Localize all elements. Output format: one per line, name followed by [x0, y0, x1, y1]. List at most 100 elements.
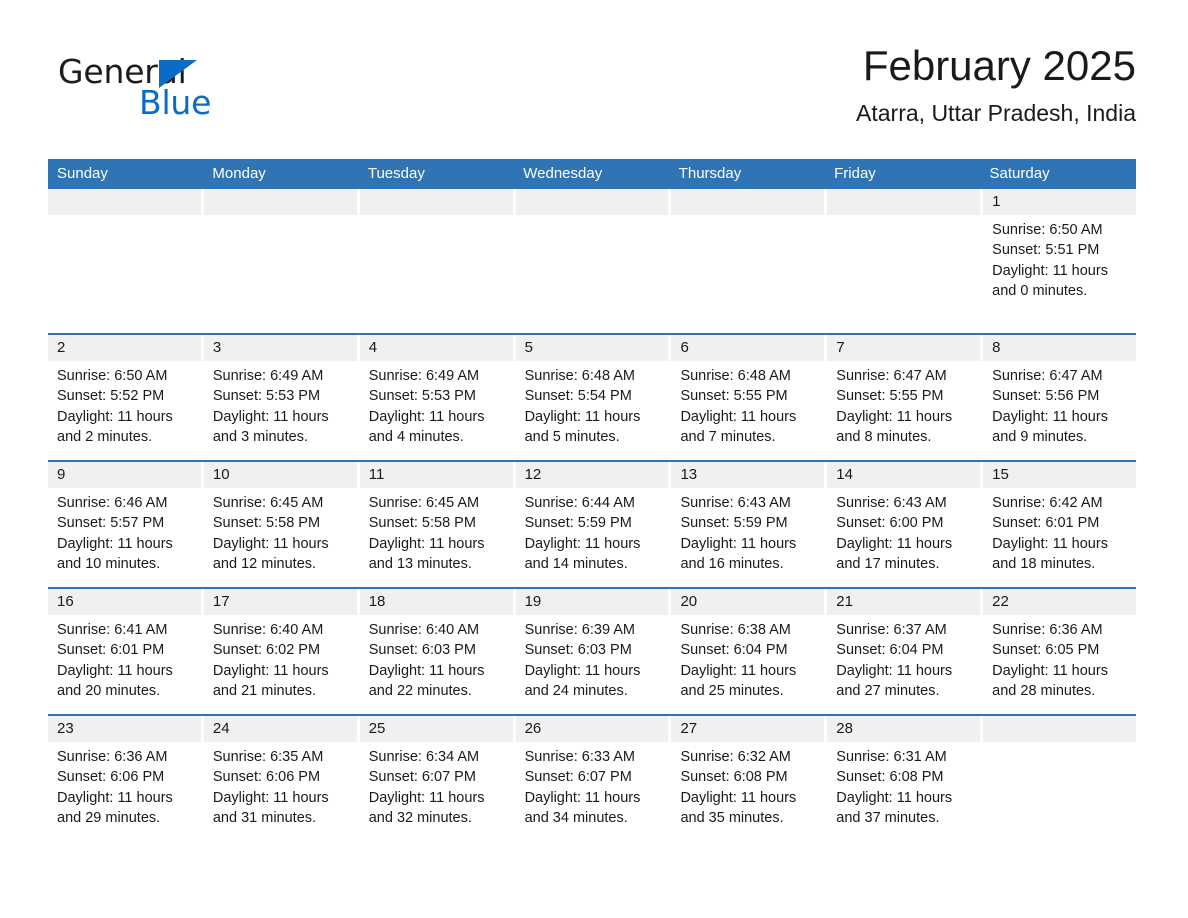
calendar-day-cell[interactable]: 10 Sunrise: 6:45 AM Sunset: 5:58 PM Dayligh…: [203, 462, 360, 578]
day-number: 21: [836, 593, 853, 610]
calendar-day-cell[interactable]: 18 Sunrise: 6:40 AM Sunset: 6:03 PM Dayligh…: [359, 589, 516, 705]
day-detail-line: Daylight: 11 hours: [212, 535, 329, 552]
day-detail-line: Sunrise: 6:46 AM: [57, 495, 168, 511]
day-detail-line: and 25 minutes.: [680, 682, 784, 699]
calendar-day-cell[interactable]: 17 Sunrise: 6:40 AM Sunset: 6:02 PM Dayligh…: [203, 589, 360, 705]
weekday-header-row: Sunday Monday Tuesday Wednesday Thursday Frid…: [48, 159, 1136, 189]
day-number: 20: [680, 593, 698, 610]
day-number: 10: [212, 466, 230, 483]
day-detail-line: Sunset: 6:04 PM: [680, 642, 788, 659]
day-detail-line: and 8 minutes.: [836, 428, 932, 445]
general-blue-logo[interactable]: General Blue: [58, 52, 318, 132]
day-number-bar: [359, 189, 513, 215]
day-detail-line: Sunrise: 6:38 AM: [680, 622, 791, 638]
day-number: 9: [57, 466, 66, 483]
day-detail-line: Sunset: 5:59 PM: [680, 515, 788, 532]
day-detail-line: and 9 minutes.: [992, 428, 1088, 445]
day-number: 26: [524, 720, 542, 737]
day-detail-line: Sunrise: 6:44 AM: [524, 495, 635, 511]
day-detail-line: Daylight: 11 hours: [368, 789, 485, 806]
day-number-bar: 20: [671, 589, 825, 615]
day-details: Sunrise: 6:50 AM Sunset: 5:51 PM Daylight:…: [983, 215, 1136, 324]
weekday-header-thursday: Thursday: [678, 165, 742, 182]
day-details: Sunrise: 6:46 AM Sunset: 5:57 PM Daylight:…: [48, 488, 201, 578]
day-detail-line: Sunset: 6:02 PM: [212, 642, 321, 659]
day-detail-line: Sunset: 6:06 PM: [212, 769, 321, 786]
day-detail-line: and 28 minutes.: [992, 682, 1096, 699]
calendar-day-cell[interactable]: 3 Sunrise: 6:49 AM Sunset: 5:53 PM Daylight…: [203, 335, 360, 451]
calendar-day-cell[interactable]: 19 Sunrise: 6:39 AM Sunset: 6:03 PM Dayligh…: [515, 589, 672, 705]
day-number: 14: [836, 466, 853, 483]
calendar-day-cell[interactable]: 22 Sunrise: 6:36 AM Sunset: 6:05 PM Dayligh…: [983, 589, 1137, 705]
calendar-day-cell[interactable]: 14 Sunrise: 6:43 AM Sunset: 6:00 PM Dayligh…: [827, 462, 984, 578]
day-detail-line: and 29 minutes.: [57, 809, 161, 826]
calendar-day-cell[interactable]: 27 Sunrise: 6:32 AM Sunset: 6:08 PM Dayligh…: [671, 716, 828, 832]
day-detail-line: Sunrise: 6:43 AM: [836, 495, 947, 511]
calendar-day-cell[interactable]: 2 Sunrise: 6:50 AM Sunset: 5:52 PM Daylight…: [48, 335, 204, 451]
calendar-day-cell[interactable]: 28 Sunrise: 6:31 AM Sunset: 6:08 PM Dayligh…: [827, 716, 984, 832]
day-detail-line: Daylight: 11 hours: [524, 789, 641, 806]
day-detail-line: Sunset: 6:08 PM: [836, 769, 944, 786]
day-detail-line: and 10 minutes.: [57, 555, 161, 572]
day-detail-line: Daylight: 11 hours: [368, 408, 485, 425]
calendar-week-row: 2 Sunrise: 6:50 AM Sunset: 5:52 PM Daylight…: [48, 333, 1137, 451]
calendar-day-cell[interactable]: 13 Sunrise: 6:43 AM Sunset: 5:59 PM Dayligh…: [671, 462, 828, 578]
day-detail-line: and 35 minutes.: [680, 809, 784, 826]
day-detail-line: and 0 minutes.: [992, 282, 1088, 299]
day-detail-line: Sunrise: 6:42 AM: [992, 495, 1103, 511]
day-number-bar: 5: [515, 335, 669, 361]
calendar-day-cell[interactable]: 12 Sunrise: 6:44 AM Sunset: 5:59 PM Dayligh…: [515, 462, 672, 578]
day-detail-line: Daylight: 11 hours: [680, 408, 797, 425]
day-details: Sunrise: 6:32 AM Sunset: 6:08 PM Daylight:…: [671, 742, 824, 832]
calendar-day-cell-empty: [983, 716, 1137, 832]
day-detail-line: Daylight: 11 hours: [992, 662, 1108, 679]
day-number-bar: [671, 189, 825, 215]
calendar-day-cell[interactable]: 4 Sunrise: 6:49 AM Sunset: 5:53 PM Daylight…: [359, 335, 516, 451]
day-detail-line: Daylight: 11 hours: [992, 408, 1108, 425]
day-detail-line: Sunset: 5:59 PM: [524, 515, 632, 532]
calendar-day-cell[interactable]: 1 Sunrise: 6:50 AM Sunset: 5:51 PM Daylight…: [983, 189, 1137, 324]
day-number-bar: 23: [48, 716, 201, 742]
day-number-bar: 3: [203, 335, 357, 361]
day-number: 8: [992, 339, 1001, 356]
day-detail-line: Sunset: 6:03 PM: [368, 642, 476, 659]
calendar-day-cell[interactable]: 16 Sunrise: 6:41 AM Sunset: 6:01 PM Dayligh…: [48, 589, 204, 705]
calendar-day-cell[interactable]: 9 Sunrise: 6:46 AM Sunset: 5:57 PM Daylight…: [48, 462, 204, 578]
day-number-bar: 12: [515, 462, 669, 488]
calendar-day-cell[interactable]: 15 Sunrise: 6:42 AM Sunset: 6:01 PM Dayligh…: [983, 462, 1137, 578]
day-number-bar: [515, 189, 669, 215]
day-detail-line: and 24 minutes.: [524, 682, 628, 699]
day-number: 1: [992, 193, 1001, 210]
weekday-header-friday: Friday: [834, 165, 876, 182]
calendar-day-cell[interactable]: 26 Sunrise: 6:33 AM Sunset: 6:07 PM Dayligh…: [515, 716, 672, 832]
day-number-bar: [827, 189, 981, 215]
day-detail-line: Sunrise: 6:36 AM: [992, 622, 1103, 638]
calendar-page: General Blue February 2025 Atarra, Uttar…: [0, 0, 1188, 918]
day-detail-line: Sunset: 5:52 PM: [57, 388, 165, 405]
day-detail-line: Sunset: 5:53 PM: [212, 388, 321, 405]
calendar-day-cell[interactable]: 24 Sunrise: 6:35 AM Sunset: 6:06 PM Dayligh…: [203, 716, 360, 832]
calendar-day-cell[interactable]: 21 Sunrise: 6:37 AM Sunset: 6:04 PM Dayligh…: [827, 589, 984, 705]
day-detail-line: Daylight: 11 hours: [57, 789, 173, 806]
calendar-day-cell[interactable]: 7 Sunrise: 6:47 AM Sunset: 5:55 PM Daylight…: [827, 335, 984, 451]
calendar-day-cell[interactable]: 25 Sunrise: 6:34 AM Sunset: 6:07 PM Dayligh…: [359, 716, 516, 832]
day-detail-line: Daylight: 11 hours: [57, 662, 173, 679]
calendar-day-cell[interactable]: 11 Sunrise: 6:45 AM Sunset: 5:58 PM Dayligh…: [359, 462, 516, 578]
calendar-week-row: 16 Sunrise: 6:41 AM Sunset: 6:01 PM Dayligh…: [48, 587, 1137, 705]
day-detail-line: Daylight: 11 hours: [992, 262, 1108, 279]
day-number-bar: 9: [48, 462, 201, 488]
calendar-day-cell[interactable]: 20 Sunrise: 6:38 AM Sunset: 6:04 PM Dayligh…: [671, 589, 828, 705]
day-number: 25: [368, 720, 386, 737]
day-number: 24: [212, 720, 230, 737]
day-details: Sunrise: 6:35 AM Sunset: 6:06 PM Daylight:…: [204, 742, 357, 832]
calendar-day-cell[interactable]: 8 Sunrise: 6:47 AM Sunset: 5:56 PM Daylight…: [983, 335, 1137, 451]
day-details: [204, 215, 357, 220]
day-detail-line: Sunrise: 6:32 AM: [680, 749, 791, 765]
calendar-day-cell[interactable]: 23 Sunrise: 6:36 AM Sunset: 6:06 PM Dayligh…: [48, 716, 204, 832]
day-detail-line: Daylight: 11 hours: [992, 535, 1108, 552]
calendar-day-cell[interactable]: 5 Sunrise: 6:48 AM Sunset: 5:54 PM Daylight…: [515, 335, 672, 451]
day-detail-line: Sunset: 6:00 PM: [836, 515, 944, 532]
calendar-day-cell[interactable]: 6 Sunrise: 6:48 AM Sunset: 5:55 PM Daylight…: [671, 335, 828, 451]
day-details: Sunrise: 6:34 AM Sunset: 6:07 PM Daylight:…: [360, 742, 513, 832]
calendar-day-cell-empty: [515, 189, 672, 324]
